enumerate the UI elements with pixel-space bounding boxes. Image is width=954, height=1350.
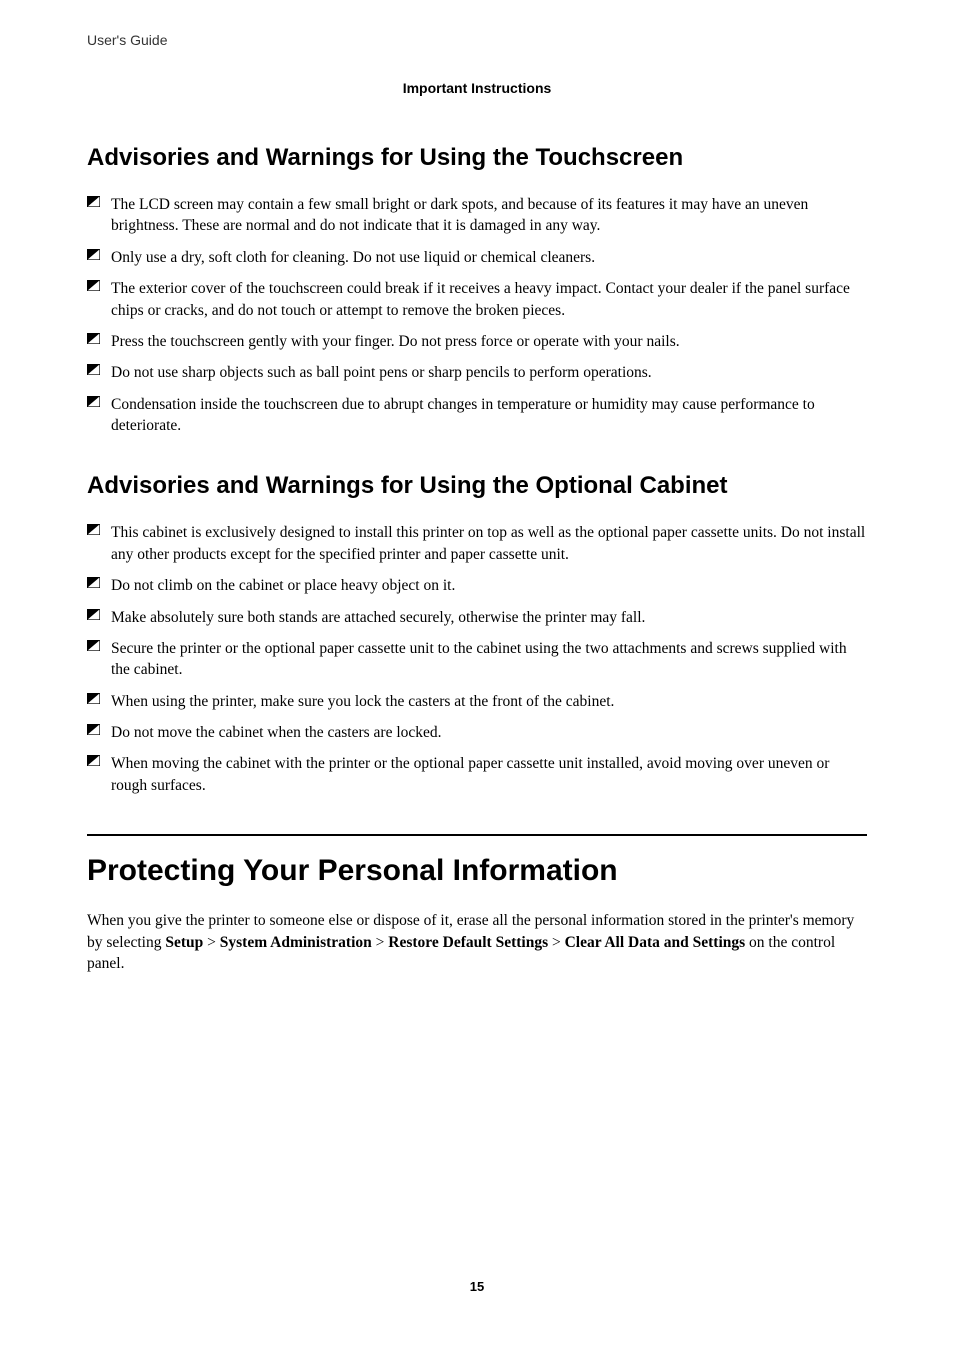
doc-title: User's Guide — [87, 32, 867, 48]
list-text: When moving the cabinet with the printer… — [111, 755, 829, 793]
bullet-icon — [87, 196, 100, 207]
bullet-icon — [87, 577, 100, 588]
cabinet-list: This cabinet is exclusively designed to … — [87, 522, 867, 796]
list-text: Do not climb on the cabinet or place hea… — [111, 577, 455, 594]
menu-path-clearall: Clear All Data and Settings — [565, 934, 746, 951]
page-number: 15 — [0, 1279, 954, 1294]
section-running-header: Important Instructions — [87, 80, 867, 96]
list-text: The LCD screen may contain a few small b… — [111, 196, 808, 234]
list-text: Make absolutely sure both stands are att… — [111, 609, 645, 626]
list-text: When using the printer, make sure you lo… — [111, 693, 614, 710]
list-text: Do not use sharp objects such as ball po… — [111, 364, 652, 381]
document-page: User's Guide Important Instructions Advi… — [0, 0, 954, 974]
list-text: Do not move the cabinet when the casters… — [111, 724, 442, 741]
list-item: Do not use sharp objects such as ball po… — [87, 362, 867, 383]
list-item: Secure the printer or the optional paper… — [87, 638, 867, 681]
separator: > — [203, 934, 220, 951]
bullet-icon — [87, 524, 100, 535]
bullet-icon — [87, 693, 100, 704]
bullet-icon — [87, 333, 100, 344]
list-item: The LCD screen may contain a few small b… — [87, 194, 867, 237]
list-item: Press the touchscreen gently with your f… — [87, 331, 867, 352]
list-item: Condensation inside the touchscreen due … — [87, 394, 867, 437]
list-text: The exterior cover of the touchscreen co… — [111, 280, 850, 318]
bullet-icon — [87, 249, 100, 260]
bullet-icon — [87, 609, 100, 620]
bullet-icon — [87, 396, 100, 407]
touchscreen-list: The LCD screen may contain a few small b… — [87, 194, 867, 436]
list-text: Condensation inside the touchscreen due … — [111, 396, 815, 434]
list-item: Make absolutely sure both stands are att… — [87, 607, 867, 628]
list-text: This cabinet is exclusively designed to … — [111, 524, 865, 562]
list-item: Do not climb on the cabinet or place hea… — [87, 575, 867, 596]
bullet-icon — [87, 364, 100, 375]
list-item: Only use a dry, soft cloth for cleaning.… — [87, 247, 867, 268]
bullet-icon — [87, 724, 100, 735]
list-item: Do not move the cabinet when the casters… — [87, 722, 867, 743]
heading-cabinet: Advisories and Warnings for Using the Op… — [87, 472, 867, 500]
separator: > — [548, 934, 565, 951]
list-item: When using the printer, make sure you lo… — [87, 691, 867, 712]
list-text: Secure the printer or the optional paper… — [111, 640, 847, 678]
menu-path-sysadmin: System Administration — [220, 934, 372, 951]
list-text: Only use a dry, soft cloth for cleaning.… — [111, 249, 595, 266]
bullet-icon — [87, 280, 100, 291]
list-item: This cabinet is exclusively designed to … — [87, 522, 867, 565]
bullet-icon — [87, 640, 100, 651]
separator: > — [372, 934, 389, 951]
list-item: The exterior cover of the touchscreen co… — [87, 278, 867, 321]
list-text: Press the touchscreen gently with your f… — [111, 333, 680, 350]
menu-path-restore: Restore Default Settings — [388, 934, 548, 951]
personal-info-paragraph: When you give the printer to someone els… — [87, 910, 867, 974]
heading-personal-info: Protecting Your Personal Information — [87, 834, 867, 888]
heading-touchscreen: Advisories and Warnings for Using the To… — [87, 144, 867, 172]
menu-path-setup: Setup — [165, 934, 203, 951]
bullet-icon — [87, 755, 100, 766]
list-item: When moving the cabinet with the printer… — [87, 753, 867, 796]
